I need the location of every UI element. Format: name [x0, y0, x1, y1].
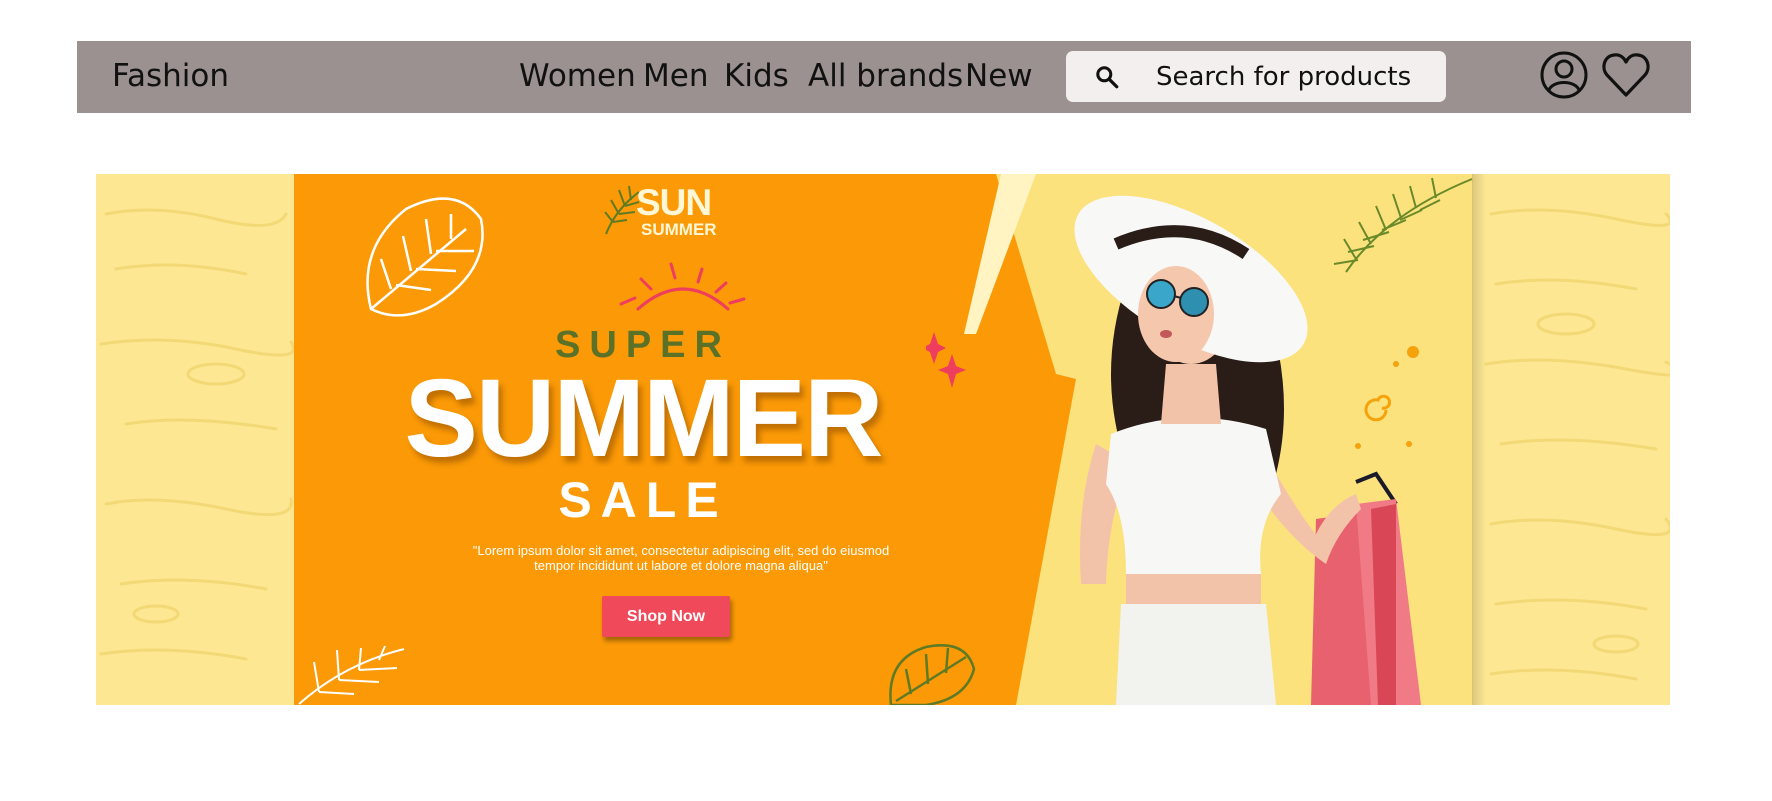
nav-all-brands[interactable]: All brands	[808, 41, 963, 111]
hero-banner[interactable]: SUN SUMMER SUPER SUMMER SALE "Lorem ipsu…	[96, 174, 1670, 705]
search-input[interactable]	[1156, 51, 1436, 102]
sun-rays-icon	[619, 262, 746, 311]
summer-logo-text: SUMMER	[641, 220, 717, 239]
banner-headline-summer: SUMMER	[404, 357, 884, 480]
top-navbar: Fashion Women Men Kids All brands New	[77, 41, 1691, 113]
banner-headline-sale: SALE	[558, 472, 728, 528]
nav-women[interactable]: Women	[519, 41, 636, 111]
banner-body-text: "Lorem ipsum dolor sit amet, consectetur…	[472, 543, 890, 573]
search-box[interactable]	[1066, 51, 1446, 102]
search-icon[interactable]	[1094, 64, 1120, 90]
monstera-leaf-decoration	[366, 197, 484, 317]
sun-logo-text: SUN	[636, 182, 712, 223]
nav-kids[interactable]: Kids	[724, 41, 789, 111]
small-palm-icon	[604, 185, 640, 235]
shop-now-button[interactable]: Shop Now	[602, 596, 730, 637]
nav-men[interactable]: Men	[643, 41, 708, 111]
green-leaf-decoration	[889, 644, 976, 705]
account-icon[interactable]	[1539, 50, 1589, 100]
heart-icon[interactable]	[1601, 50, 1651, 100]
nav-new[interactable]: New	[965, 41, 1033, 111]
palm-leaf-decoration	[298, 645, 405, 705]
model-woman-image	[1074, 195, 1421, 705]
brand-logo[interactable]: Fashion	[112, 41, 229, 111]
